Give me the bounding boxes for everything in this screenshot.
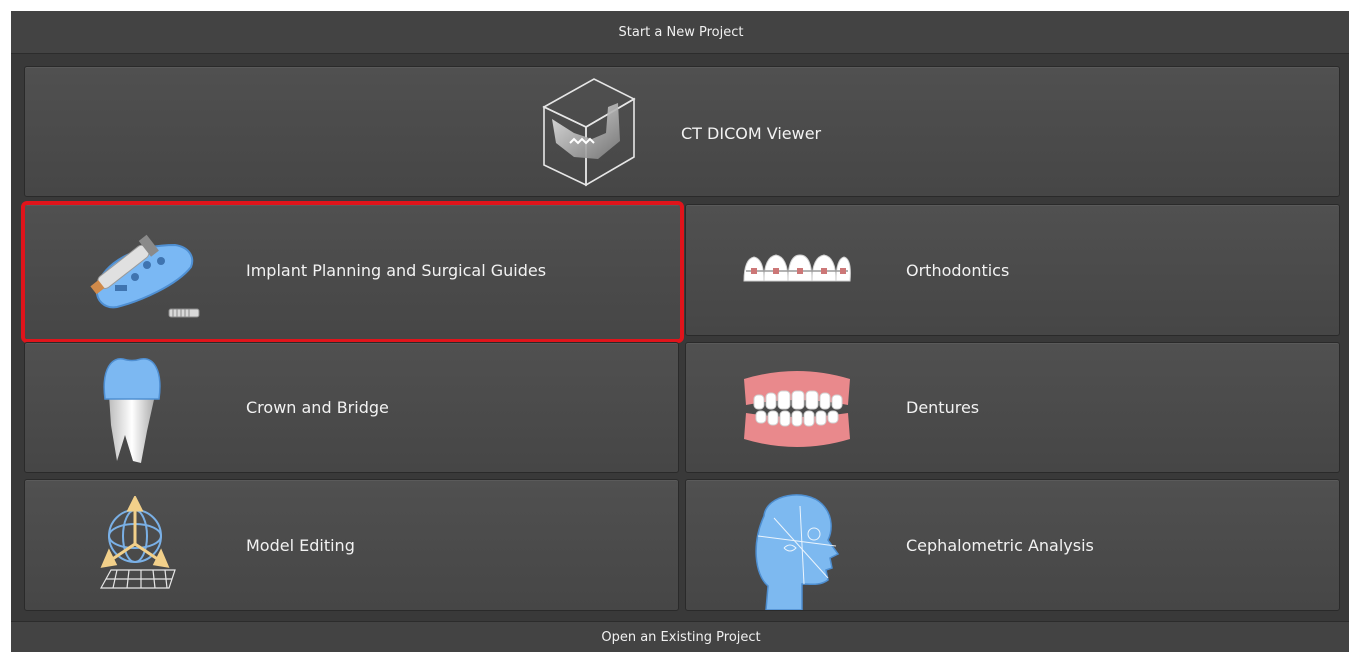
start-new-project-header: Start a New Project: [11, 11, 1349, 54]
crown-and-bridge-label: Crown and Bridge: [246, 398, 389, 417]
open-existing-project-button[interactable]: Open an Existing Project: [11, 621, 1349, 652]
implant-planning-label: Implant Planning and Surgical Guides: [246, 261, 547, 280]
header-title: Start a New Project: [618, 24, 744, 40]
model-editing-tile[interactable]: Model Editing: [24, 479, 679, 611]
orthodontics-tile[interactable]: Orthodontics: [685, 204, 1340, 336]
head-xray-icon: [755, 494, 840, 610]
dentures-icon: [744, 371, 850, 447]
project-launcher: Start a New Project CT DICOM Viewer Impl…: [11, 11, 1349, 652]
dentures-tile[interactable]: Dentures: [685, 342, 1340, 473]
cephalometric-analysis-label: Cephalometric Analysis: [906, 536, 1094, 555]
implant-planning-tile[interactable]: Implant Planning and Surgical Guides: [21, 201, 684, 343]
braces-icon: [743, 254, 851, 282]
transform-gizmo-icon: [99, 496, 176, 589]
jaw-cube-icon: [542, 78, 636, 187]
implant-guide-icon: [90, 234, 200, 318]
ct-dicom-viewer-tile[interactable]: CT DICOM Viewer: [24, 66, 1340, 197]
dentures-label: Dentures: [906, 398, 980, 417]
cephalometric-analysis-tile[interactable]: Cephalometric Analysis: [685, 479, 1340, 611]
ct-dicom-viewer-label: CT DICOM Viewer: [681, 124, 822, 143]
tooth-crown-icon: [103, 358, 161, 463]
model-editing-label: Model Editing: [246, 536, 355, 555]
footer-title: Open an Existing Project: [601, 629, 761, 645]
crown-and-bridge-tile[interactable]: Crown and Bridge: [24, 342, 679, 473]
orthodontics-label: Orthodontics: [906, 261, 1010, 280]
